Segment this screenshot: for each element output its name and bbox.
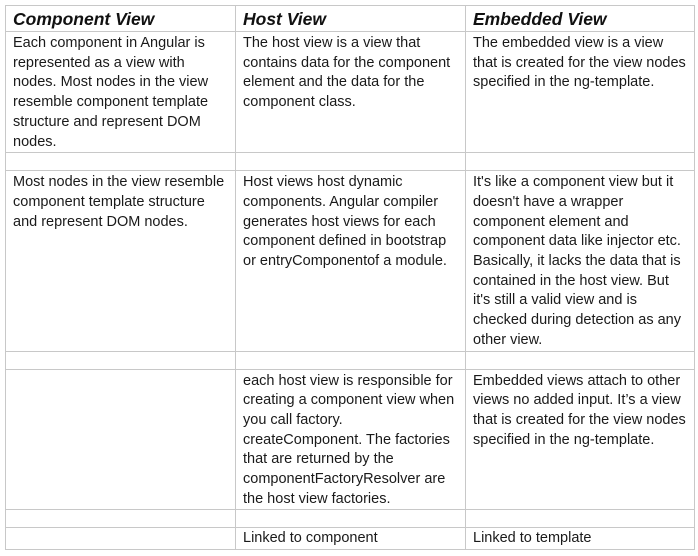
empty-cell[interactable]: [5, 350, 236, 370]
cell-text: Linked to template: [473, 530, 592, 547]
header-host-view[interactable]: Host View: [235, 5, 466, 32]
cell-component-view[interactable]: [5, 527, 236, 551]
table-row: Each component in Angular is represented…: [5, 30, 695, 154]
cell-text: Each component in Angular is represented…: [13, 35, 209, 150]
empty-cell[interactable]: [235, 350, 466, 370]
empty-cell[interactable]: [465, 152, 695, 172]
cell-component-view[interactable]: Each component in Angular is represented…: [5, 30, 236, 154]
empty-cell[interactable]: [465, 350, 695, 370]
comparison-table: Component View Host View Embedded View E…: [5, 5, 695, 551]
empty-cell[interactable]: [5, 152, 236, 172]
header-component-view[interactable]: Component View: [5, 5, 236, 32]
cell-embedded-view[interactable]: The embedded view is a view that is crea…: [465, 30, 695, 154]
empty-row: [5, 509, 695, 529]
cell-host-view[interactable]: The host view is a view that contains da…: [235, 30, 466, 154]
cell-text: Embedded views attach to other views no …: [473, 372, 686, 448]
header-embedded-view[interactable]: Embedded View: [465, 5, 695, 32]
cell-host-view[interactable]: Host views host dynamic components. Angu…: [235, 170, 466, 352]
table-row: Most nodes in the view resemble componen…: [5, 170, 695, 352]
cell-text: Linked to component: [243, 530, 378, 547]
empty-cell[interactable]: [465, 509, 695, 529]
cell-component-view[interactable]: [5, 368, 236, 511]
empty-row: [5, 350, 695, 370]
cell-embedded-view[interactable]: Embedded views attach to other views no …: [465, 368, 695, 511]
empty-cell[interactable]: [235, 509, 466, 529]
cell-embedded-view[interactable]: It's like a component view but it doesn'…: [465, 170, 695, 352]
empty-cell[interactable]: [5, 509, 236, 529]
cell-text: The host view is a view that contains da…: [243, 35, 451, 111]
empty-row: [5, 152, 695, 172]
cell-component-view[interactable]: Most nodes in the view resemble componen…: [5, 170, 236, 352]
cell-text: Host views host dynamic components. Angu…: [243, 174, 447, 270]
cell-text: It's like a component view but it doesn'…: [473, 174, 681, 348]
cell-text: The embedded view is a view that is crea…: [473, 35, 686, 91]
cell-text: Most nodes in the view resemble componen…: [13, 174, 225, 230]
header-row: Component View Host View Embedded View: [5, 5, 695, 32]
cell-host-view[interactable]: each host view is responsible for creati…: [235, 368, 466, 511]
empty-cell[interactable]: [235, 152, 466, 172]
table-row: each host view is responsible for creati…: [5, 368, 695, 511]
cell-text: each host view is responsible for creati…: [243, 372, 455, 507]
table-row: Linked to component Linked to template: [5, 527, 695, 551]
cell-embedded-view[interactable]: Linked to template: [465, 527, 695, 551]
cell-host-view[interactable]: Linked to component: [235, 527, 466, 551]
